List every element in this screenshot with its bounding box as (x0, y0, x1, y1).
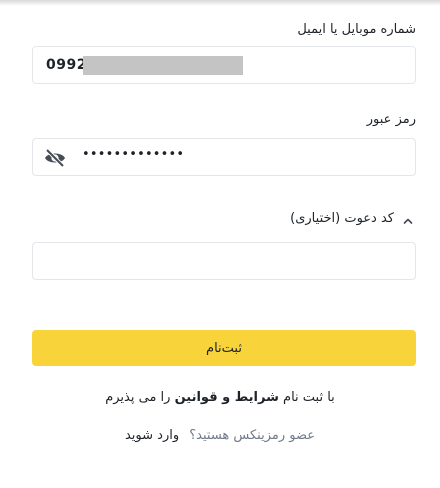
terms-link[interactable]: شرایط و قوانین (175, 390, 279, 405)
password-label: رمز عبور (366, 112, 416, 127)
password-value: ••••••••••••• (82, 147, 185, 162)
phone-value: 0992 (46, 57, 87, 73)
phone-field[interactable]: 0992 (32, 46, 416, 84)
invite-label: کد دعوت (اختیاری) (290, 210, 394, 226)
login-prompt: عضو رمزینکس هستید؟ وارد شوید (0, 428, 440, 443)
invite-code-toggle[interactable]: کد دعوت (اختیاری) (290, 208, 414, 228)
invite-code-field[interactable] (32, 242, 416, 280)
top-shadow (0, 0, 440, 6)
password-field[interactable]: ••••••••••••• (32, 138, 416, 176)
terms-suffix: را می پذیرم (105, 390, 171, 405)
terms-prefix: با ثبت نام (283, 390, 335, 405)
register-button[interactable]: ثبت‌نام (32, 330, 416, 366)
login-link[interactable]: وارد شوید (125, 428, 179, 443)
member-question: عضو رمزینکس هستید؟ (189, 428, 316, 443)
chevron-up-icon (402, 212, 414, 224)
phone-label: شماره موبایل یا ایمیل (297, 22, 416, 37)
terms-text: با ثبت نام شرایط و قوانین را می پذیرم (0, 390, 440, 405)
eye-slash-icon[interactable] (43, 148, 67, 168)
redacted-phone-digits (83, 56, 243, 75)
